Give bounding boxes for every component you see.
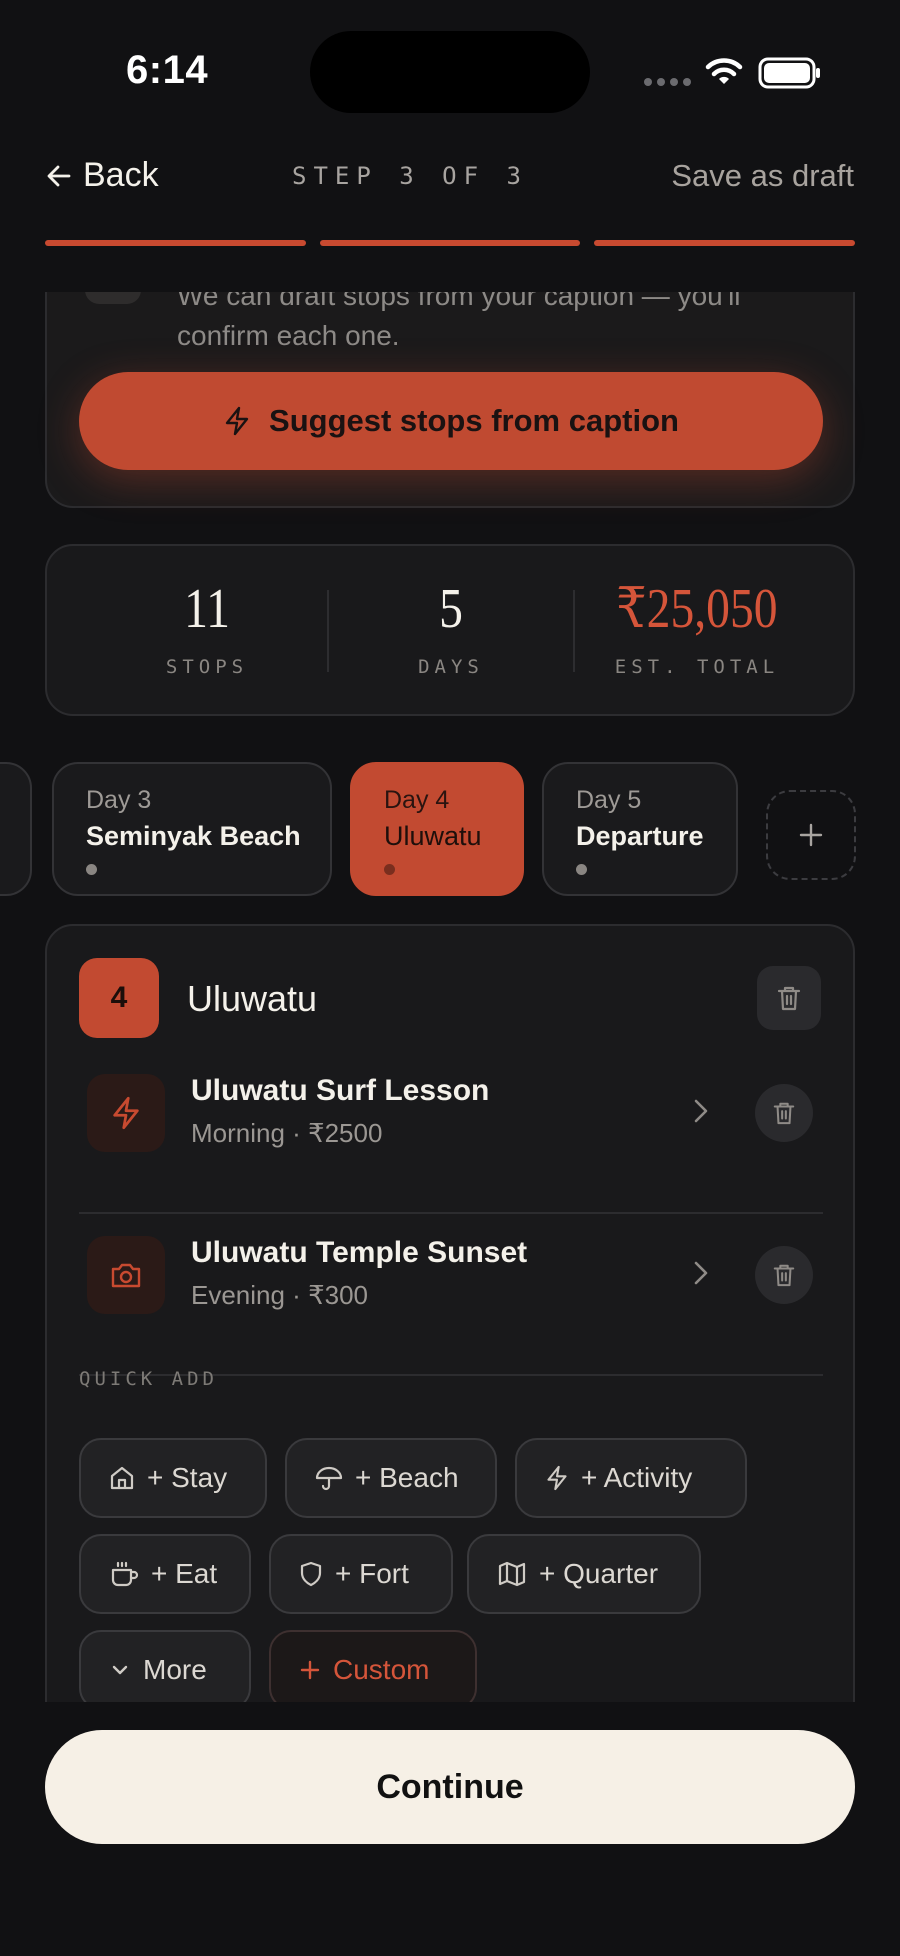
continue-button[interactable]: Continue (45, 1730, 855, 1844)
day-title: Uluwatu (187, 978, 318, 1019)
bolt-icon (547, 1465, 567, 1491)
day-tab-dot (576, 864, 587, 875)
map-icon (498, 1561, 526, 1587)
trip-stats-card: 11 STOPS 5 DAYS ₹25,050 EST. TOTAL (45, 544, 855, 716)
status-time: 6:14 (126, 48, 209, 92)
day-tab-4[interactable]: Day 4 Uluwatu (350, 762, 524, 896)
quick-add-label: QUICK ADD (79, 1368, 218, 1390)
battery-icon (758, 57, 820, 89)
camera-icon (111, 1263, 141, 1288)
day-tab-dot (86, 864, 97, 875)
trash-icon (773, 1264, 795, 1287)
suggest-stops-button[interactable]: Suggest stops from caption (79, 372, 823, 470)
dynamic-island (310, 31, 590, 113)
stop-item[interactable]: Uluwatu Temple Sunset Evening · ₹300 (79, 1216, 823, 1376)
stat-total: ₹25,050 EST. TOTAL (577, 576, 817, 678)
stat-label: EST. TOTAL (614, 656, 780, 678)
progress-segment (319, 240, 581, 246)
status-bar: 6:14 (0, 0, 900, 140)
stop-item[interactable]: Uluwatu Surf Lesson Morning · ₹2500 (79, 1054, 823, 1214)
chevron-right-icon (694, 1099, 708, 1123)
stat-divider (327, 590, 329, 672)
suggest-avatar (85, 292, 141, 304)
quick-add-beach[interactable]: + Beach (285, 1438, 497, 1518)
day-number-badge: 4 (79, 958, 159, 1038)
day-tab-name: Uluwatu (384, 821, 482, 851)
stat-label: STOPS (165, 656, 249, 678)
signal-icon (644, 78, 691, 86)
umbrella-icon (315, 1466, 343, 1491)
shield-icon (300, 1561, 322, 1587)
day-tab-number: Day 3 (86, 786, 152, 814)
stat-label: DAYS (418, 656, 484, 678)
suggest-description: We can draft stops from your caption — y… (177, 292, 741, 351)
content-scroll[interactable]: We can draft stops from your caption — y… (0, 292, 900, 1702)
save-draft-button[interactable]: Save as draft (671, 158, 854, 194)
home-icon (110, 1466, 134, 1490)
stat-value: 5 (439, 578, 463, 640)
top-nav: Back STEP 3 OF 3 Save as draft (0, 140, 900, 246)
quick-add-custom[interactable]: Custom (269, 1630, 477, 1702)
delete-stop-button[interactable] (755, 1246, 813, 1304)
stat-value: 11 (184, 578, 230, 640)
cup-icon (111, 1561, 139, 1587)
day-tab-3[interactable]: Day 3 Seminyak Beach (52, 762, 332, 896)
day-tab-name: Departure (576, 821, 704, 851)
trash-icon (777, 986, 801, 1011)
quick-add-quarter[interactable]: + Quarter (467, 1534, 701, 1614)
bolt-icon (225, 406, 249, 436)
quick-add-more[interactable]: More (79, 1630, 251, 1702)
trash-icon (773, 1102, 795, 1125)
stop-meta: Morning · ₹2500 (191, 1118, 383, 1148)
day-tab-number: Day 5 (576, 786, 642, 814)
quick-add-fort[interactable]: + Fort (269, 1534, 453, 1614)
add-day-button[interactable] (766, 790, 856, 880)
day-tab-name: Seminyak Beach (86, 821, 301, 851)
quick-add-eat[interactable]: + Eat (79, 1534, 251, 1614)
progress-segment (594, 240, 856, 246)
stat-divider (573, 590, 575, 672)
stop-type-icon (87, 1074, 165, 1152)
stat-days: 5 DAYS (331, 576, 571, 678)
day-tab-dot (384, 864, 395, 875)
plus-icon (799, 823, 823, 847)
stop-meta: Evening · ₹300 (191, 1280, 368, 1310)
delete-stop-button[interactable] (755, 1084, 813, 1142)
stat-value: ₹25,050 (616, 578, 778, 640)
stop-type-icon (87, 1236, 165, 1314)
quick-add-activity[interactable]: + Activity (515, 1438, 747, 1518)
delete-day-button[interactable] (757, 966, 821, 1030)
suggest-stops-card: We can draft stops from your caption — y… (45, 292, 855, 508)
wifi-icon (705, 58, 743, 84)
suggest-button-label: Suggest stops from caption (269, 403, 679, 438)
stat-stops: 11 STOPS (87, 576, 327, 678)
day-tab-number: Day 4 (384, 786, 450, 814)
step-progress-bar (45, 240, 856, 246)
plus-icon (300, 1660, 320, 1680)
stop-title: Uluwatu Temple Sunset (191, 1236, 528, 1269)
quick-add-stay[interactable]: + Stay (79, 1438, 267, 1518)
bolt-icon (113, 1096, 139, 1130)
chevron-right-icon (694, 1261, 708, 1285)
day-detail-card: 4 Uluwatu Uluwatu Surf Lesson Morning · … (45, 924, 855, 1702)
progress-segment (45, 240, 306, 246)
stop-title: Uluwatu Surf Lesson (191, 1074, 490, 1107)
day-tab-5[interactable]: Day 5 Departure (542, 762, 738, 896)
day-tab-previous[interactable] (0, 762, 32, 896)
chevron-down-icon (112, 1665, 128, 1675)
